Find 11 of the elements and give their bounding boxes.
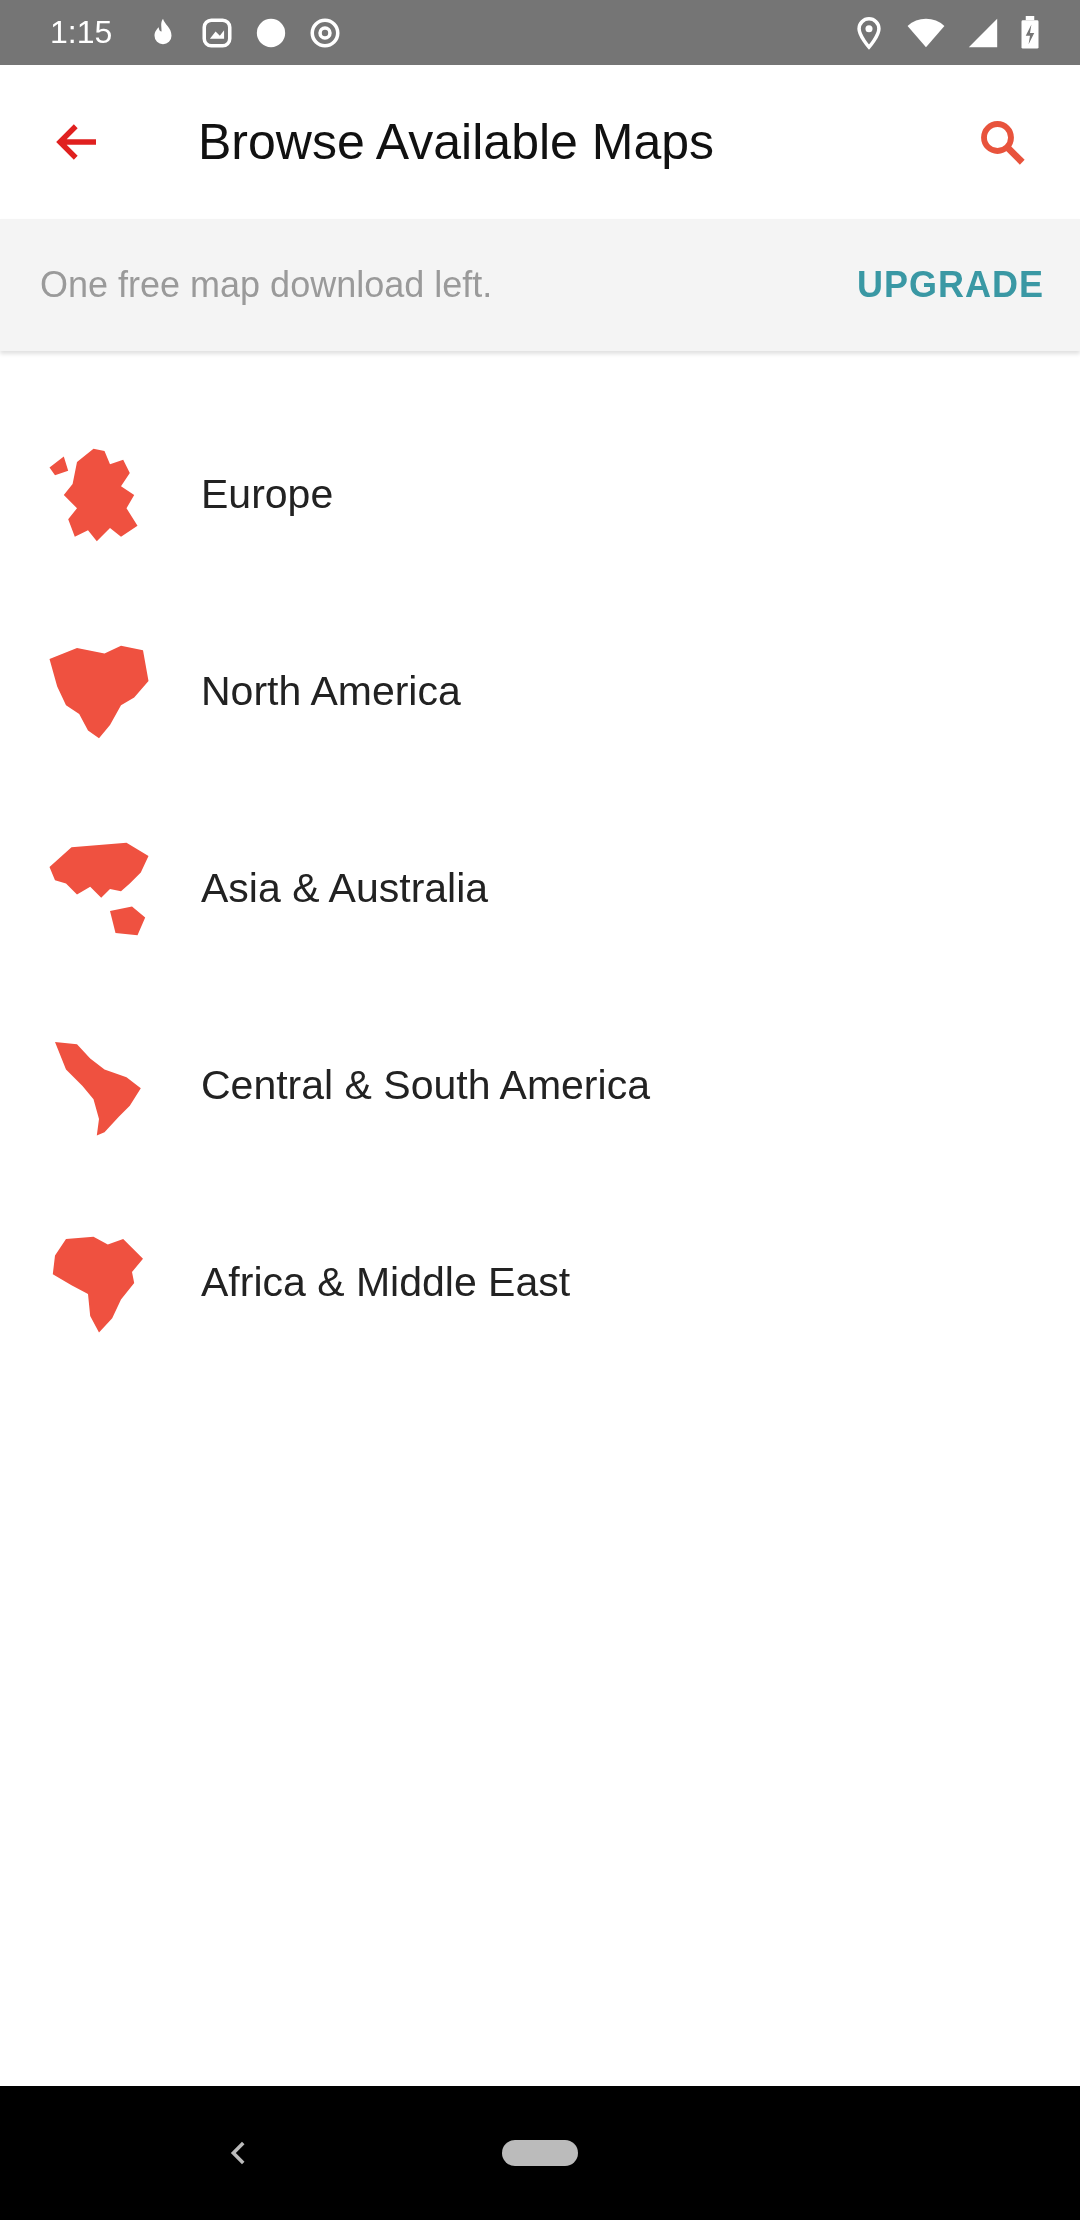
region-item[interactable]: Africa & Middle East <box>0 1184 1080 1381</box>
battery-icon <box>1020 15 1040 50</box>
page-title: Browse Available Maps <box>198 113 715 171</box>
clock-time: 1:15 <box>50 14 113 51</box>
region-item[interactable]: North America <box>0 593 1080 790</box>
image-icon <box>200 15 235 50</box>
region-item[interactable]: Europe <box>0 396 1080 593</box>
region-item[interactable]: Central & South America <box>0 987 1080 1184</box>
region-item[interactable]: Asia & Australia <box>0 790 1080 987</box>
home-handle[interactable] <box>502 2140 578 2166</box>
banner-message: One free map download left. <box>40 264 493 306</box>
